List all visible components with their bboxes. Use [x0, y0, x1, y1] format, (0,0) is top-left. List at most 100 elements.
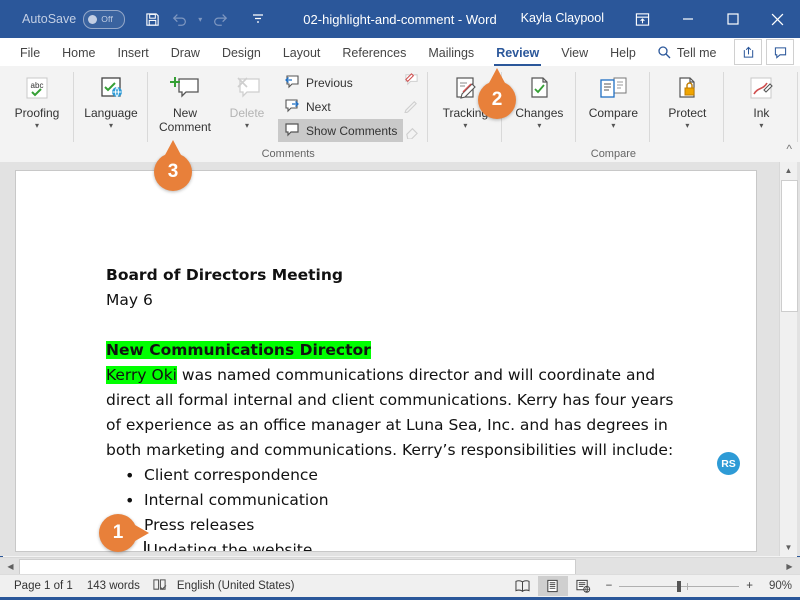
- proofing-status-icon[interactable]: [152, 578, 167, 595]
- ribbon-group-proofing: abc Proofing ▾: [0, 66, 74, 162]
- status-bar: Page 1 of 1 143 words English (United St…: [0, 574, 800, 597]
- previous-comment-button[interactable]: Previous: [278, 71, 403, 94]
- autosave-switch[interactable]: Off: [83, 9, 126, 29]
- changes-caret[interactable]: ▾: [537, 121, 541, 130]
- compare-caret[interactable]: ▾: [611, 121, 615, 130]
- tracking-caret[interactable]: ▾: [463, 121, 467, 130]
- protect-caret[interactable]: ▾: [685, 121, 689, 130]
- zoom-slider-thumb[interactable]: [677, 580, 682, 592]
- body-paragraph: Kerry Oki was named communications direc…: [106, 363, 676, 463]
- next-comment-button[interactable]: Next: [278, 95, 403, 118]
- changes-label: Changes: [515, 106, 564, 120]
- tab-mailings[interactable]: Mailings: [417, 40, 485, 66]
- language-label: Language: [84, 106, 138, 120]
- vertical-scrollbar[interactable]: ▲ ▼: [779, 162, 798, 556]
- document-text[interactable]: Board of Directors Meeting May 6 New Com…: [106, 263, 676, 551]
- share-icon[interactable]: [734, 39, 762, 65]
- compare-label: Compare: [588, 106, 639, 120]
- tab-draw[interactable]: Draw: [160, 40, 211, 66]
- delete-comment-label: Delete: [229, 106, 265, 120]
- scroll-up-button[interactable]: ▲: [780, 162, 797, 179]
- qat-customize-icon[interactable]: [245, 6, 271, 32]
- minimize-icon[interactable]: [665, 0, 710, 38]
- ribbon-group-comments: New Comment Delete ▾ Previous Next Show …: [148, 66, 429, 162]
- list-item-active[interactable]: Updating the website: [106, 538, 676, 551]
- search-icon: [657, 45, 671, 62]
- zoom-level[interactable]: 90%: [760, 580, 792, 592]
- delete-comment-button[interactable]: Delete ▾: [216, 66, 278, 130]
- zoom-in-button[interactable]: +: [746, 580, 753, 592]
- compare-button[interactable]: Compare ▾: [582, 66, 644, 130]
- undo-dropdown-icon[interactable]: ▾: [195, 6, 205, 32]
- page-indicator[interactable]: Page 1 of 1: [14, 580, 73, 592]
- delete-comment-caret[interactable]: ▾: [245, 121, 249, 130]
- scroll-down-button[interactable]: ▼: [780, 539, 797, 556]
- save-icon[interactable]: [139, 6, 165, 32]
- ribbon-display-options-icon[interactable]: [620, 0, 665, 38]
- ink-icon: [746, 72, 776, 106]
- ink-comment-tools: [403, 66, 420, 144]
- eraser-icon[interactable]: [403, 124, 420, 144]
- comment-nav-buttons: Previous Next Show Comments: [278, 66, 404, 142]
- tab-insert[interactable]: Insert: [107, 40, 160, 66]
- show-comments-icon: [284, 122, 300, 140]
- tab-help[interactable]: Help: [599, 40, 647, 66]
- protect-button[interactable]: Protect ▾: [656, 66, 718, 130]
- new-comment-icon: [168, 72, 202, 106]
- list-item[interactable]: Client correspondence: [106, 463, 676, 488]
- changes-button[interactable]: Changes ▾: [508, 66, 570, 130]
- tab-design[interactable]: Design: [211, 40, 272, 66]
- redo-icon[interactable]: [207, 6, 233, 32]
- window-controls: [620, 0, 800, 38]
- tab-review[interactable]: Review: [485, 40, 550, 66]
- account-name[interactable]: Kayla Claypool: [521, 11, 604, 25]
- zoom-out-button[interactable]: −: [606, 580, 613, 592]
- tab-file[interactable]: File: [9, 40, 51, 66]
- protect-label: Protect: [668, 106, 707, 120]
- ribbon-group-language: Language ▾: [74, 66, 148, 162]
- proofing-button[interactable]: abc Proofing ▾: [6, 66, 68, 130]
- close-icon[interactable]: [755, 0, 800, 38]
- ribbon-group-protect: Protect ▾: [650, 66, 725, 162]
- ink-button[interactable]: Ink ▾: [730, 66, 792, 130]
- scroll-left-button[interactable]: ◀: [2, 558, 19, 575]
- document-page[interactable]: Board of Directors Meeting May 6 New Com…: [15, 170, 757, 552]
- spelling-grammar-icon: abc: [22, 72, 52, 106]
- show-comments-label: Show Comments: [306, 123, 398, 138]
- new-comment-label-2: Comment: [158, 120, 211, 134]
- proofing-caret[interactable]: ▾: [35, 121, 39, 130]
- print-layout-icon[interactable]: [537, 576, 568, 596]
- show-comments-button[interactable]: Show Comments: [278, 119, 404, 142]
- autosave-toggle[interactable]: AutoSave Off: [22, 9, 126, 29]
- horizontal-scrollbar[interactable]: ◀ ▶: [0, 557, 800, 576]
- word-count[interactable]: 143 words: [87, 580, 140, 592]
- comments-icon[interactable]: [766, 39, 794, 65]
- tab-home[interactable]: Home: [51, 40, 106, 66]
- word-window: AutoSave Off ▾ 02-highlight-and-comment …: [0, 0, 800, 600]
- list-item[interactable]: Press releases: [106, 513, 676, 538]
- language-indicator[interactable]: English (United States): [177, 580, 295, 592]
- avatar[interactable]: RS: [717, 452, 740, 475]
- web-layout-icon[interactable]: [568, 576, 598, 596]
- language-caret[interactable]: ▾: [109, 121, 113, 130]
- pen-icon[interactable]: [403, 98, 420, 118]
- tab-references[interactable]: References: [331, 40, 417, 66]
- language-button[interactable]: Language ▾: [80, 66, 142, 130]
- zoom-slider[interactable]: [619, 580, 740, 592]
- read-mode-icon[interactable]: [508, 576, 538, 596]
- tell-me-box[interactable]: Tell me: [647, 40, 727, 66]
- scroll-right-button[interactable]: ▶: [781, 558, 798, 575]
- ink-caret[interactable]: ▾: [759, 121, 763, 130]
- undo-icon[interactable]: [167, 6, 193, 32]
- compare-group-label: Compare: [590, 148, 636, 160]
- ink-comment-icon[interactable]: [403, 72, 420, 92]
- list-item[interactable]: Internal communication: [106, 488, 676, 513]
- maximize-icon[interactable]: [710, 0, 755, 38]
- tab-layout[interactable]: Layout: [272, 40, 332, 66]
- new-comment-button[interactable]: New Comment: [154, 66, 216, 134]
- vertical-scroll-thumb[interactable]: [781, 180, 798, 312]
- protect-icon: [672, 72, 702, 106]
- collapse-ribbon-icon[interactable]: ^: [786, 142, 792, 156]
- tab-view[interactable]: View: [550, 40, 599, 66]
